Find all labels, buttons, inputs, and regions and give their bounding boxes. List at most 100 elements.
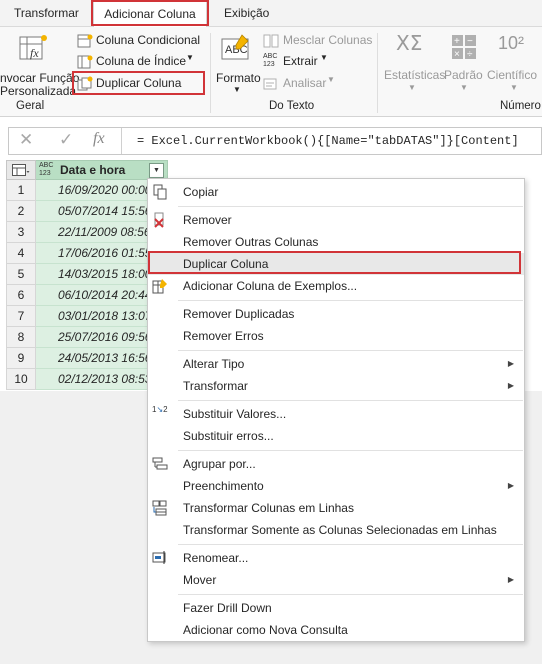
menu-label: Remover xyxy=(183,213,232,227)
svg-text:×: × xyxy=(454,49,460,60)
menu-label: Alterar Tipo xyxy=(183,357,245,371)
type-icon-123: 123 xyxy=(39,170,51,177)
column-filter-button[interactable]: ▼ xyxy=(149,163,164,178)
menu-label: Remover Duplicadas xyxy=(183,307,295,321)
menu-label: Adicionar Coluna de Exemplos... xyxy=(183,279,358,293)
column-type-icon[interactable]: ABC 123 xyxy=(39,162,53,178)
format-label: Formato xyxy=(216,71,261,85)
row-number[interactable]: 7 xyxy=(6,306,36,327)
menu-label: Agrupar por... xyxy=(183,457,256,471)
chevron-down-icon: ▼ xyxy=(233,85,241,94)
confirm-formula-icon[interactable]: ✓ xyxy=(59,130,73,150)
parse-icon xyxy=(263,78,277,90)
menu-item-unpivot-selected[interactable]: Transformar Somente as Colunas Seleciona… xyxy=(148,519,524,541)
tab-transformar[interactable]: Transformar xyxy=(14,0,79,27)
ribbon-tab-bar: Transformar Adicionar Coluna Exibição xyxy=(0,0,542,28)
conditional-column-button[interactable]: Coluna Condicional xyxy=(77,32,203,50)
menu-label: Remover Outras Colunas xyxy=(183,235,319,249)
chevron-down-icon: ▼ xyxy=(408,83,416,92)
standard-operations-icon: + − × ÷ xyxy=(452,35,476,60)
ribbon: fx nvocar Função Personalizada Coluna Co… xyxy=(0,27,542,117)
row-number[interactable]: 9 xyxy=(6,348,36,369)
row-number[interactable]: 4 xyxy=(6,243,36,264)
chevron-down-icon: ▼ xyxy=(460,83,468,92)
menu-separator xyxy=(178,450,523,451)
submenu-arrow-icon: ▶ xyxy=(507,481,514,490)
menu-item-substituir-valores[interactable]: 1↘2 Substituir Valores... xyxy=(148,403,524,425)
duplicate-menu-highlight-box xyxy=(148,251,521,274)
menu-item-remover-outras[interactable]: Remover Outras Colunas xyxy=(148,231,524,253)
formula-text[interactable]: = Excel.CurrentWorkbook(){[Name="tabDATA… xyxy=(137,128,519,154)
menu-label: Renomear... xyxy=(183,551,249,565)
standard-button[interactable]: + − × ÷ Padrão ▼ xyxy=(444,31,484,93)
table-icon xyxy=(12,164,30,176)
menu-item-substituir-erros[interactable]: Substituir erros... xyxy=(148,425,524,447)
replace-values-icon: 1↘2 xyxy=(152,405,168,414)
menu-separator xyxy=(178,300,523,301)
tab-highlight-box xyxy=(91,0,209,26)
svg-text:÷: ÷ xyxy=(467,49,473,60)
context-menu: Copiar Remover Remover Outras Colunas Du… xyxy=(147,178,525,642)
row-number[interactable]: 10 xyxy=(6,369,36,390)
invoke-function-icon: fx xyxy=(19,35,47,60)
menu-separator xyxy=(178,400,523,401)
menu-separator xyxy=(178,544,523,545)
ribbon-separator xyxy=(377,33,378,113)
extract-button[interactable]: ABC 123 Extrair ▼ xyxy=(263,53,371,71)
formula-divider xyxy=(121,128,122,154)
menu-item-preenchimento[interactable]: Preenchimento ▶ xyxy=(148,475,524,497)
menu-item-drill-down[interactable]: Fazer Drill Down xyxy=(148,597,524,619)
table-menu-button[interactable] xyxy=(6,160,36,180)
chevron-down-icon: ▼ xyxy=(510,83,518,92)
row-number[interactable]: 1 xyxy=(6,180,36,201)
row-number[interactable]: 2 xyxy=(6,201,36,222)
cancel-formula-icon[interactable]: ✕ xyxy=(19,130,33,150)
menu-label: Copiar xyxy=(183,185,219,199)
invoke-function-button[interactable]: fx nvocar Função Personalizada xyxy=(0,31,79,98)
group-label-number: Número xyxy=(500,100,541,112)
menu-separator xyxy=(178,594,523,595)
menu-item-mover[interactable]: Mover ▶ xyxy=(148,569,524,591)
menu-label: Transformar Colunas em Linhas xyxy=(183,501,354,515)
type-icon-abc: ABC xyxy=(39,162,54,169)
merge-columns-button[interactable]: Mesclar Colunas xyxy=(263,32,373,50)
fx-icon[interactable]: fx xyxy=(93,130,105,148)
menu-item-adicionar-exemplos[interactable]: Adicionar Coluna de Exemplos... xyxy=(148,275,524,297)
submenu-arrow-icon: ▶ xyxy=(507,359,514,368)
index-column-button[interactable]: Coluna de Índice ▼ xyxy=(77,53,203,71)
invoke-function-label-2: Personalizada xyxy=(0,84,77,98)
extract-label: Extrair xyxy=(283,54,318,68)
menu-item-agrupar-por[interactable]: Agrupar por... xyxy=(148,453,524,475)
menu-item-nova-consulta[interactable]: Adicionar como Nova Consulta xyxy=(148,619,524,641)
format-button[interactable]: ABC Formato ▼ xyxy=(214,31,261,94)
row-number[interactable]: 6 xyxy=(6,285,36,306)
menu-item-remover-erros[interactable]: Remover Erros xyxy=(148,325,524,347)
menu-item-alterar-tipo[interactable]: Alterar Tipo ▶ xyxy=(148,353,524,375)
svg-text:fx: fx xyxy=(30,46,39,60)
row-number[interactable]: 8 xyxy=(6,327,36,348)
remove-column-icon xyxy=(154,212,164,228)
menu-item-transformar[interactable]: Transformar ▶ xyxy=(148,375,524,397)
group-label-text: Do Texto xyxy=(269,100,315,112)
merge-columns-label: Mesclar Colunas xyxy=(283,33,373,47)
menu-item-renomear[interactable]: Renomear... xyxy=(148,547,524,569)
column-header-data-e-hora[interactable]: ABC 123 Data e hora ▼ xyxy=(36,160,168,180)
menu-item-remover[interactable]: Remover xyxy=(148,209,524,231)
group-label-general: Geral xyxy=(16,100,45,112)
menu-separator xyxy=(178,350,523,351)
menu-item-unpivot[interactable]: Transformar Colunas em Linhas xyxy=(148,497,524,519)
menu-separator xyxy=(178,206,523,207)
menu-item-copiar[interactable]: Copiar xyxy=(148,181,524,203)
row-number[interactable]: 5 xyxy=(6,264,36,285)
column-header-label: Data e hora xyxy=(60,163,126,177)
scientific-button[interactable]: 10² Científico ▼ xyxy=(486,31,542,93)
row-number[interactable]: 3 xyxy=(6,222,36,243)
scientific-icon: 10² xyxy=(498,33,525,53)
menu-item-remover-duplicadas[interactable]: Remover Duplicadas xyxy=(148,303,524,325)
statistics-icon: XΣ xyxy=(396,31,423,55)
svg-text:+: + xyxy=(454,36,460,47)
tab-exibicao[interactable]: Exibição xyxy=(224,0,269,27)
statistics-button[interactable]: XΣ Estatísticas ▼ xyxy=(382,31,445,93)
menu-label: Mover xyxy=(183,573,217,587)
parse-button[interactable]: Analisar ▼ xyxy=(263,75,371,93)
